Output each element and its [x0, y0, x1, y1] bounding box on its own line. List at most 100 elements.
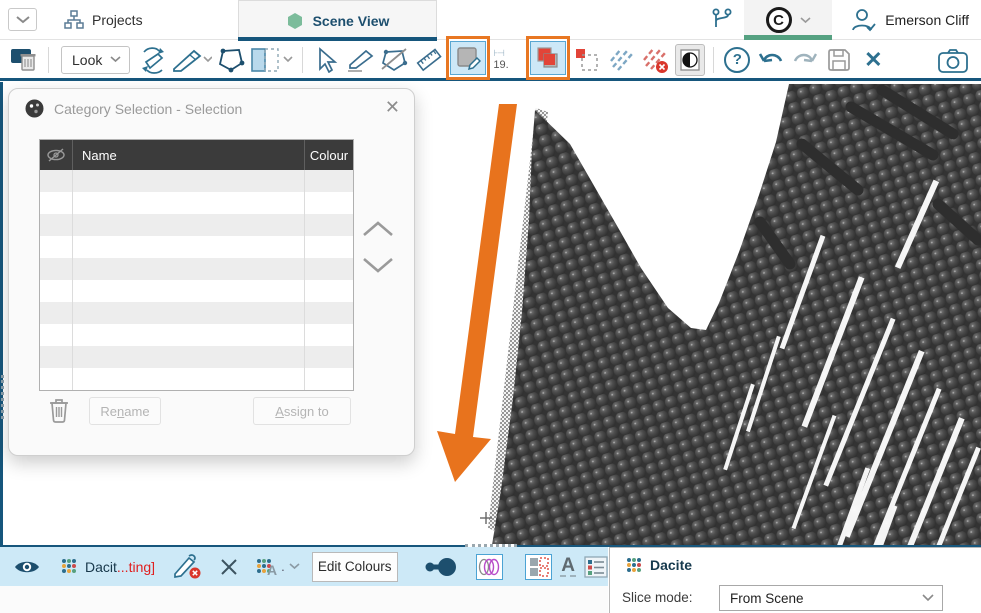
table-cell-eye[interactable] [40, 236, 73, 258]
slice-mode-select[interactable]: From Scene [719, 585, 943, 611]
table-row[interactable] [40, 346, 353, 368]
table-cell-name[interactable] [73, 214, 305, 236]
table-cell-colour[interactable] [305, 236, 353, 258]
undo-button[interactable] [756, 44, 786, 76]
edit-colours-label: Edit Colours [318, 559, 392, 574]
table-cell-name[interactable] [73, 302, 305, 324]
remove-hatch-button[interactable] [641, 44, 671, 76]
colour-column-header[interactable]: Colour [305, 140, 353, 170]
close-tool-button[interactable]: ✕ [858, 44, 888, 76]
projects-menu[interactable]: Projects [64, 0, 143, 40]
table-cell-eye[interactable] [40, 170, 73, 192]
table-cell-colour[interactable] [305, 170, 353, 192]
highlight-box-paint-selection [446, 36, 490, 80]
select-points-button[interactable] [530, 41, 566, 75]
table-cell-name[interactable] [73, 236, 305, 258]
rename-button[interactable]: Rename [89, 397, 161, 425]
camera-icon [937, 47, 969, 75]
tab-scene-view[interactable]: Scene View [238, 0, 437, 40]
table-cell-name[interactable] [73, 258, 305, 280]
draw-slicer-button[interactable] [138, 44, 168, 76]
brush-size-spinner[interactable]: ⊦⊣ 19. [493, 45, 523, 75]
edit-selection-button[interactable] [173, 554, 203, 580]
table-row[interactable] [40, 214, 353, 236]
table-cell-eye[interactable] [40, 346, 73, 368]
save-button[interactable] [824, 44, 854, 76]
table-cell-eye[interactable] [40, 280, 73, 302]
undo-icon [756, 47, 786, 73]
assign-to-button[interactable]: Assign to [253, 397, 351, 425]
user-menu[interactable]: Emerson Cliff [850, 0, 969, 40]
table-cell-colour[interactable] [305, 214, 353, 236]
table-cell-name[interactable] [73, 280, 305, 302]
table-cell-colour[interactable] [305, 346, 353, 368]
table-cell-eye[interactable] [40, 258, 73, 280]
paint-selection-button[interactable] [450, 41, 486, 75]
move-up-button[interactable] [361, 219, 395, 239]
select-cursor-button[interactable] [311, 44, 341, 76]
dialog-close-button[interactable]: ✕ [385, 97, 400, 118]
layer-name-label[interactable]: Dacit...ting] [85, 559, 155, 575]
selection-grid-button[interactable] [525, 554, 552, 580]
polygon-select-button[interactable] [379, 44, 409, 76]
camera-button[interactable] [937, 45, 969, 77]
table-row[interactable] [40, 258, 353, 280]
collapse-ribbon-button[interactable] [8, 8, 37, 31]
draw-polyline-button[interactable] [216, 44, 246, 76]
left-panel-edge[interactable] [0, 82, 3, 545]
points-layer-icon [62, 559, 77, 574]
table-cell-eye[interactable] [40, 302, 73, 324]
app-logo-menu[interactable]: C [744, 0, 832, 40]
table-cell-eye[interactable] [40, 368, 73, 390]
table-row[interactable] [40, 192, 353, 214]
redo-button[interactable] [790, 44, 820, 76]
table-row[interactable] [40, 236, 353, 258]
point-size-toggle[interactable] [424, 556, 458, 578]
table-cell-name[interactable] [73, 346, 305, 368]
name-column-header[interactable]: Name [73, 140, 305, 170]
branch-button[interactable] [710, 6, 734, 37]
add-selection-button[interactable] [573, 44, 603, 76]
measure-ruler-button[interactable] [413, 44, 443, 76]
slice-disks-button[interactable] [476, 554, 503, 580]
table-cell-eye[interactable] [40, 214, 73, 236]
legend-button[interactable] [584, 556, 608, 578]
table-cell-name[interactable] [73, 170, 305, 192]
draw-plane-button[interactable] [172, 44, 212, 76]
table-cell-eye[interactable] [40, 324, 73, 346]
edit-colours-button[interactable]: Edit Colours [312, 552, 398, 582]
left-panel-grip[interactable] [1, 375, 5, 419]
look-dropdown[interactable]: Look [61, 46, 130, 74]
text-labels-button[interactable]: A [560, 556, 576, 578]
moving-plane-button[interactable] [250, 44, 294, 76]
table-cell-colour[interactable] [305, 302, 353, 324]
table-cell-eye[interactable] [40, 192, 73, 214]
help-button[interactable]: ? [722, 44, 752, 76]
label-options-button[interactable]: A . [257, 556, 300, 578]
table-cell-name[interactable] [73, 324, 305, 346]
table-row[interactable] [40, 324, 353, 346]
move-down-button[interactable] [361, 255, 395, 275]
table-cell-colour[interactable] [305, 368, 353, 390]
draw-line-button[interactable] [345, 44, 375, 76]
contrast-button[interactable] [675, 44, 705, 76]
clear-scene-button[interactable] [10, 44, 40, 76]
hatch-selection-button[interactable] [607, 44, 637, 76]
table-row[interactable] [40, 302, 353, 324]
table-cell-name[interactable] [73, 368, 305, 390]
table-cell-colour[interactable] [305, 192, 353, 214]
table-row[interactable] [40, 280, 353, 302]
category-table: Name Colour [39, 139, 354, 391]
category-table-header: Name Colour [40, 140, 353, 170]
table-row[interactable] [40, 368, 353, 390]
remove-layer-button[interactable] [219, 557, 239, 577]
visibility-eye-button[interactable] [14, 559, 40, 575]
visibility-column-header[interactable] [40, 140, 73, 170]
table-cell-colour[interactable] [305, 324, 353, 346]
delete-category-button[interactable] [47, 395, 71, 428]
table-row[interactable] [40, 170, 353, 192]
table-cell-colour[interactable] [305, 280, 353, 302]
trash-icon [47, 395, 71, 423]
table-cell-colour[interactable] [305, 258, 353, 280]
table-cell-name[interactable] [73, 192, 305, 214]
